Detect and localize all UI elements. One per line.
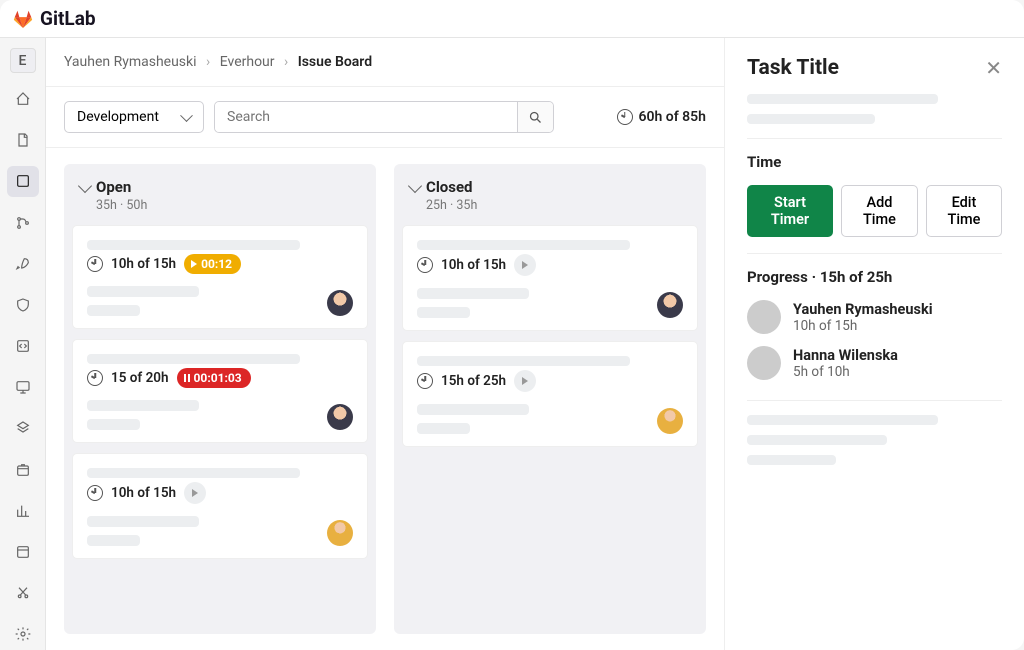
project-avatar[interactable]: E — [10, 48, 36, 73]
toolbar: Development 60h of 85h — [46, 87, 724, 148]
clock-icon — [417, 373, 433, 389]
column-title[interactable]: Closed — [410, 178, 690, 196]
person-name: Yauhen Rymasheuski — [793, 301, 933, 318]
settings-icon[interactable] — [7, 619, 39, 650]
close-icon[interactable]: ✕ — [985, 56, 1002, 80]
chevron-down-icon — [78, 179, 92, 193]
issue-card[interactable]: 10h of 15h 00:12 — [72, 225, 368, 329]
person-time: 10h of 15h — [793, 318, 933, 334]
wiki-icon[interactable] — [7, 536, 39, 567]
task-title: Task Title — [747, 56, 839, 80]
add-time-button[interactable]: Add Time — [841, 185, 918, 237]
play-icon[interactable] — [184, 482, 206, 504]
infra-icon[interactable] — [7, 413, 39, 444]
timer-pill[interactable]: 00:12 — [184, 254, 241, 274]
shield-icon[interactable] — [7, 289, 39, 320]
snippets-icon[interactable] — [7, 578, 39, 609]
timer-pill[interactable]: 00:01:03 — [177, 368, 251, 388]
board-select[interactable]: Development — [64, 101, 204, 133]
start-timer-button[interactable]: Start Timer — [747, 185, 833, 237]
edit-time-button[interactable]: Edit Time — [926, 185, 1002, 237]
topbar: GitLab — [0, 0, 1024, 38]
avatar[interactable] — [657, 292, 683, 318]
person-row: Hanna Wilenska 5h of 10h — [747, 346, 1002, 380]
issue-card[interactable]: 10h of 15h — [402, 225, 698, 331]
app-name: GitLab — [40, 7, 96, 30]
play-icon[interactable] — [514, 254, 536, 276]
breadcrumb: Yauhen Rymasheuski › Everhour › Issue Bo… — [46, 38, 724, 87]
issue-card[interactable]: 15h of 25h — [402, 341, 698, 447]
people-list: Yauhen Rymasheuski 10h of 15h Hanna Wile… — [747, 300, 1002, 380]
progress-label: Progress · 15h of 25h — [747, 268, 1002, 286]
card-time: 15 of 20h — [111, 370, 169, 386]
person-row: Yauhen Rymasheuski 10h of 15h — [747, 300, 1002, 334]
detail-panel: Task Title ✕ Time Start Timer Add Time E… — [725, 38, 1024, 650]
analytics-icon[interactable] — [7, 495, 39, 526]
gitlab-icon — [12, 8, 34, 30]
card-time: 10h of 15h — [441, 257, 506, 273]
clock-icon — [87, 485, 103, 501]
time-section-label: Time — [747, 153, 1002, 171]
play-icon[interactable] — [514, 370, 536, 392]
rocket-icon[interactable] — [7, 248, 39, 279]
chevron-down-icon — [408, 179, 422, 193]
avatar[interactable] — [657, 408, 683, 434]
card-time: 10h of 15h — [111, 256, 176, 272]
column-subtitle: 35h · 50h — [96, 198, 360, 213]
avatar[interactable] — [747, 346, 781, 380]
home-icon[interactable] — [7, 83, 39, 114]
search-wrap — [214, 101, 554, 133]
search-icon — [528, 110, 543, 125]
sidebar: E — [0, 38, 46, 650]
issues-icon[interactable] — [7, 166, 39, 197]
issue-card[interactable]: 15 of 20h 00:01:03 — [72, 339, 368, 443]
gitlab-logo: GitLab — [12, 7, 96, 30]
search-input[interactable] — [215, 102, 517, 132]
breadcrumb-page: Issue Board — [298, 54, 372, 70]
person-name: Hanna Wilenska — [793, 347, 898, 364]
merge-icon[interactable] — [7, 207, 39, 238]
avatar[interactable] — [327, 290, 353, 316]
column-subtitle: 25h · 35h — [426, 198, 690, 213]
card-time: 10h of 15h — [111, 485, 176, 501]
issue-card[interactable]: 10h of 15h — [72, 453, 368, 559]
card-time: 15h of 25h — [441, 373, 506, 389]
deploy-icon[interactable] — [7, 331, 39, 362]
search-button[interactable] — [517, 102, 553, 132]
avatar[interactable] — [327, 404, 353, 430]
avatar[interactable] — [327, 520, 353, 546]
board-column: Open 35h · 50h 10h of 15h 00:12 15 of 20h… — [64, 164, 376, 634]
total-time: 60h of 85h — [617, 109, 706, 125]
breadcrumb-user[interactable]: Yauhen Rymasheuski — [64, 54, 197, 70]
avatar[interactable] — [747, 300, 781, 334]
clock-icon — [417, 257, 433, 273]
file-icon[interactable] — [7, 125, 39, 156]
column-title[interactable]: Open — [80, 178, 360, 196]
clock-icon — [87, 256, 103, 272]
clock-icon — [617, 109, 633, 125]
breadcrumb-project[interactable]: Everhour — [220, 54, 275, 70]
issue-board: Open 35h · 50h 10h of 15h 00:12 15 of 20h… — [46, 148, 724, 650]
person-time: 5h of 10h — [793, 364, 898, 380]
board-column: Closed 25h · 35h 10h of 15h 15h of 25h — [394, 164, 706, 634]
monitor-icon[interactable] — [7, 372, 39, 403]
package-icon[interactable] — [7, 454, 39, 485]
clock-icon — [87, 370, 103, 386]
